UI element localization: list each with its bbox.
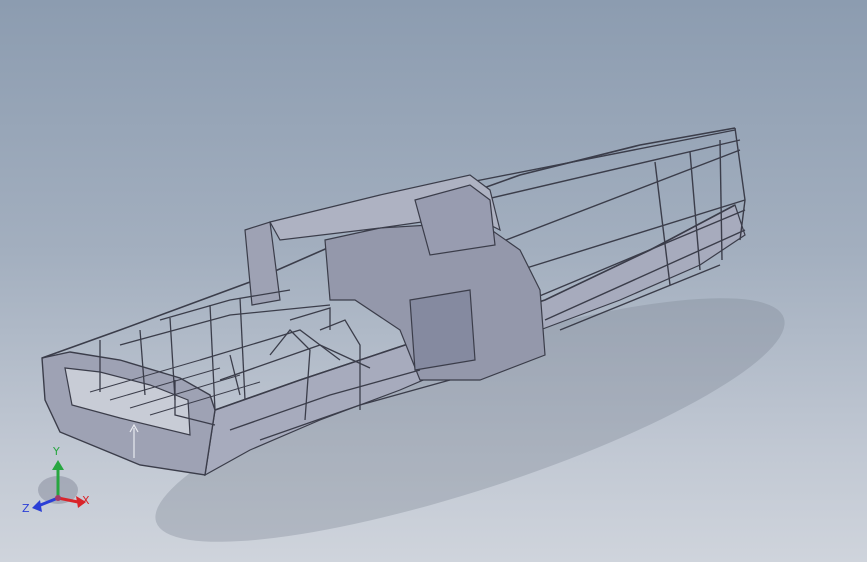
triad-origin (55, 495, 61, 501)
3d-viewport[interactable]: Y X Z (0, 0, 867, 562)
y-axis-arrow (52, 460, 64, 470)
boat-hull-frame-model[interactable] (0, 0, 867, 562)
cabin-window (409, 289, 476, 371)
y-axis-label: Y (52, 445, 60, 458)
z-axis-label: Z (22, 502, 30, 515)
x-axis-label: X (82, 494, 90, 507)
axis-triad: Y X Z (22, 445, 90, 515)
z-axis-arrow (32, 500, 42, 512)
